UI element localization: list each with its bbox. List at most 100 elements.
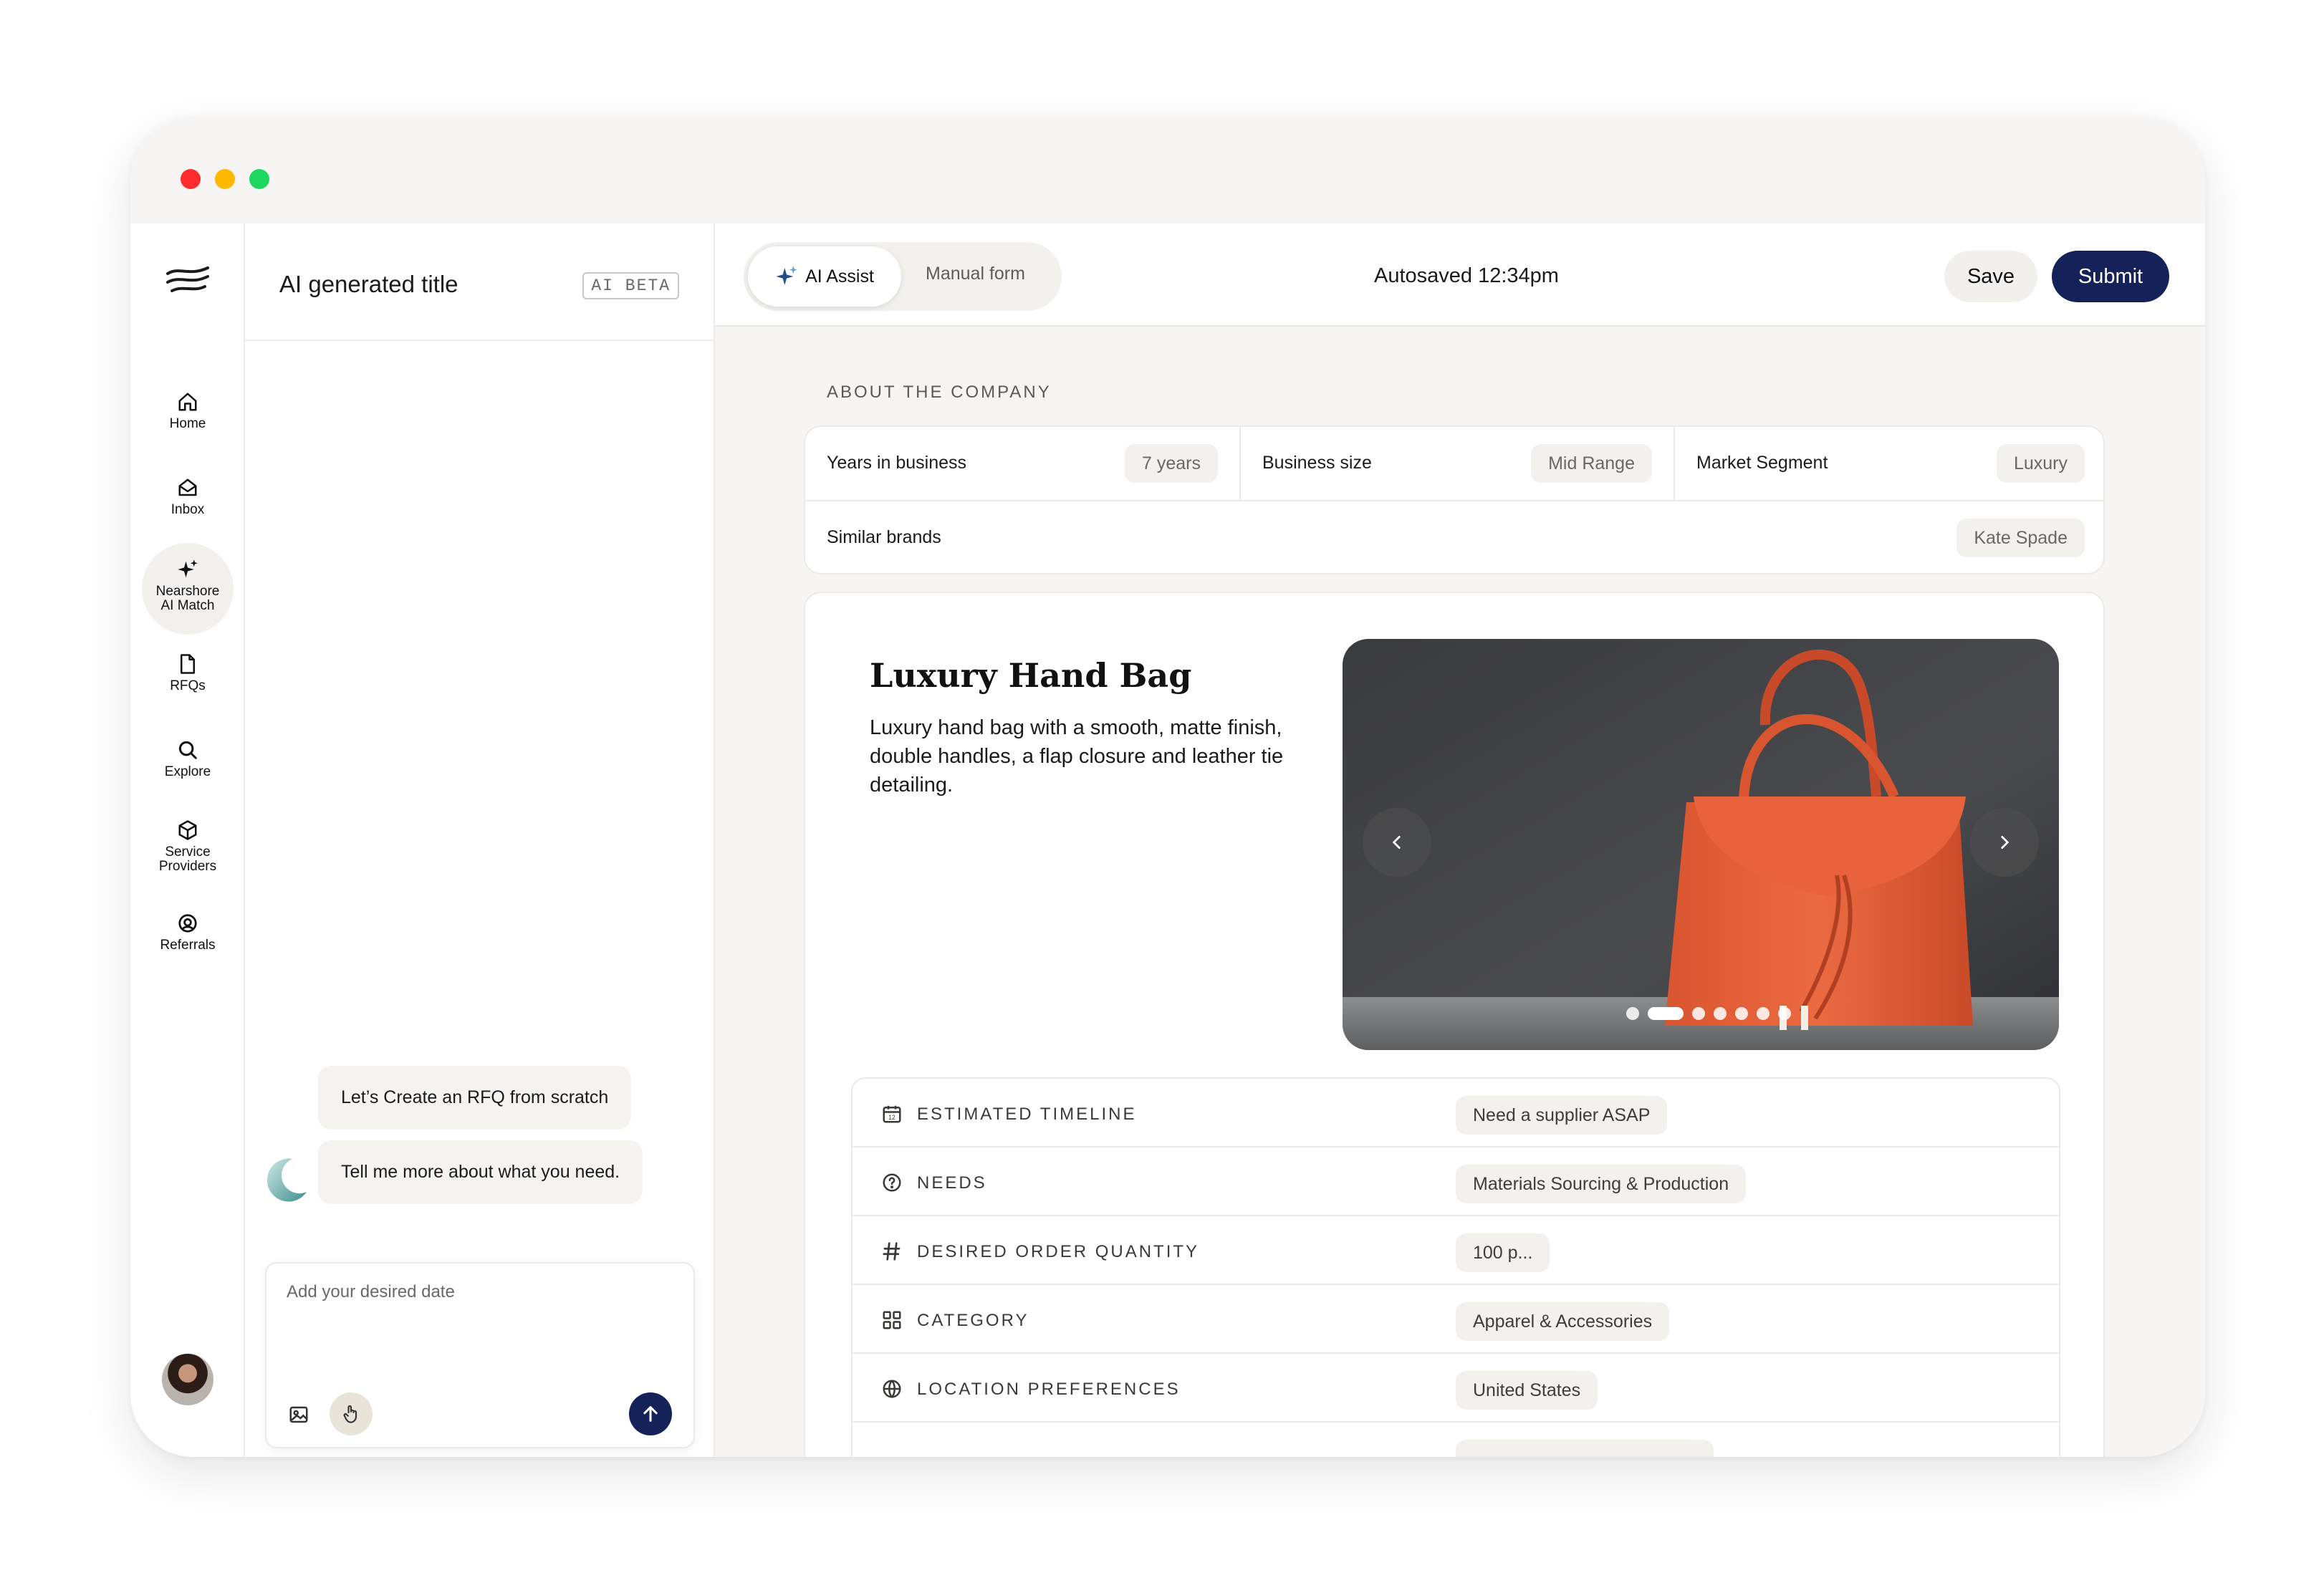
- detail-row-timeline[interactable]: 12 ESTIMATED TIMELINE Need a supplier AS…: [853, 1079, 2059, 1147]
- detail-row-quantity[interactable]: DESIRED ORDER QUANTITY 100 p...: [853, 1216, 2059, 1285]
- home-icon: [178, 393, 197, 411]
- detail-value[interactable]: Apparel & Accessories: [1456, 1302, 1670, 1341]
- product-image-carousel: [1343, 639, 2059, 1050]
- chat-title[interactable]: AI generated title: [279, 271, 458, 298]
- form-toolbar: AI Assist Manual form Autosaved 12:34pm …: [715, 223, 2205, 327]
- detail-row-needs[interactable]: NEEDS Materials Sourcing & Production: [853, 1147, 2059, 1216]
- chat-message: Let’s Create an RFQ from scratch: [318, 1066, 632, 1130]
- detail-value-partial: [1456, 1440, 1714, 1457]
- ai-assist-tab[interactable]: AI Assist: [748, 246, 901, 307]
- detail-value[interactable]: Need a supplier ASAP: [1456, 1096, 1668, 1135]
- sidebar-item-inbox[interactable]: Inbox: [130, 477, 245, 517]
- sidebar-item-nearshore-ai-match[interactable]: Nearshore AI Match: [130, 543, 245, 635]
- chat-composer: [265, 1262, 695, 1448]
- maximize-window-button[interactable]: [249, 169, 269, 189]
- detail-row-category[interactable]: CATEGORY Apparel & Accessories: [853, 1285, 2059, 1354]
- detail-row-location[interactable]: LOCATION PREFERENCES United States: [853, 1354, 2059, 1423]
- carousel-next-button[interactable]: [1970, 808, 2039, 877]
- svg-text:12: 12: [888, 1114, 895, 1121]
- grid-icon: [883, 1311, 901, 1329]
- field-value[interactable]: Kate Spade: [1956, 519, 2085, 557]
- app-window: Home Inbox Nearshore AI Match RFQs Explo…: [130, 117, 2205, 1457]
- company-row: Years in business 7 years Business size …: [805, 427, 2103, 501]
- field-label: Similar brands: [827, 527, 941, 547]
- detail-label: DESIRED ORDER QUANTITY: [917, 1242, 1200, 1261]
- company-field-similar-brands: Similar brands Kate Spade: [805, 501, 2106, 576]
- sidebar-item-label: Service Providers: [158, 844, 217, 874]
- icon-rail: Home Inbox Nearshore AI Match RFQs Explo…: [130, 223, 245, 1457]
- sparkle-icon: [178, 559, 198, 578]
- sidebar-item-rfqs[interactable]: RFQs: [130, 653, 245, 693]
- sidebar-item-label: Inbox: [171, 502, 205, 517]
- carousel-dot[interactable]: [1714, 1007, 1727, 1020]
- section-heading: ABOUT THE COMPANY: [827, 382, 1052, 402]
- carousel-dot[interactable]: [1757, 1007, 1770, 1020]
- sidebar-item-service-providers[interactable]: Service Providers: [130, 819, 245, 874]
- carousel-dot[interactable]: [1648, 1007, 1684, 1020]
- company-row: Similar brands Kate Spade: [805, 501, 2103, 576]
- assistant-moon-icon: [267, 1158, 307, 1202]
- minimize-window-button[interactable]: [215, 169, 235, 189]
- chat-header: AI generated title AI BETA: [245, 223, 714, 341]
- gesture-button[interactable]: [330, 1392, 373, 1435]
- sidebar-item-label: Home: [169, 416, 206, 431]
- search-icon: [178, 741, 197, 759]
- autosave-status: Autosaved 12:34pm: [1374, 264, 1559, 287]
- detail-label: ESTIMATED TIMELINE: [917, 1104, 1137, 1124]
- chevron-right-icon: [2001, 836, 2010, 849]
- inbox-icon: [178, 478, 197, 496]
- main-content: ABOUT THE COMPANY Years in business 7 ye…: [715, 327, 2205, 1457]
- field-value[interactable]: 7 years: [1125, 444, 1218, 483]
- carousel-dot[interactable]: [1692, 1007, 1705, 1020]
- rfq-details-table: 12 ESTIMATED TIMELINE Need a supplier AS…: [851, 1077, 2060, 1457]
- carousel-dot[interactable]: [1778, 1007, 1791, 1020]
- chat-input[interactable]: [287, 1282, 673, 1302]
- detail-label: LOCATION PREFERENCES: [917, 1380, 1181, 1399]
- save-button[interactable]: Save: [1944, 251, 2037, 302]
- ai-beta-badge: AI BETA: [582, 272, 679, 299]
- close-window-button[interactable]: [181, 169, 201, 189]
- image-upload-icon[interactable]: [288, 1404, 309, 1425]
- mode-toggle: AI Assist Manual form: [744, 242, 1062, 311]
- detail-value[interactable]: Materials Sourcing & Production: [1456, 1165, 1747, 1203]
- sidebar-item-explore[interactable]: Explore: [130, 739, 245, 779]
- carousel-prev-button[interactable]: [1363, 808, 1431, 877]
- referral-icon: [178, 914, 197, 933]
- detail-label: NEEDS: [917, 1173, 987, 1193]
- sidebar-item-home[interactable]: Home: [130, 391, 245, 431]
- send-button[interactable]: [629, 1392, 672, 1435]
- chat-message: Tell me more about what you need.: [318, 1140, 643, 1204]
- hash-icon: [883, 1242, 901, 1261]
- sidebar-item-label: Nearshore AI Match: [155, 584, 220, 613]
- document-icon: [181, 654, 195, 674]
- chat-panel: AI generated title AI BETA Let’s Create …: [245, 223, 715, 1457]
- sidebar-item-referrals[interactable]: Referrals: [130, 913, 245, 953]
- field-label: Market Segment: [1696, 453, 1828, 473]
- calendar-icon: 12: [883, 1105, 901, 1123]
- carousel-dot[interactable]: [1626, 1007, 1639, 1020]
- detail-value[interactable]: 100 p...: [1456, 1233, 1550, 1272]
- ai-assist-label: AI Assist: [805, 266, 874, 287]
- company-field-years: Years in business 7 years: [805, 427, 1239, 501]
- globe-icon: [883, 1380, 901, 1399]
- field-label: Business size: [1262, 453, 1372, 473]
- field-label: Years in business: [827, 453, 967, 473]
- submit-button[interactable]: Submit: [2052, 251, 2169, 302]
- sidebar-item-label: Explore: [164, 764, 211, 779]
- company-card: Years in business 7 years Business size …: [804, 425, 2105, 574]
- company-field-segment: Market Segment Luxury: [1674, 427, 2106, 501]
- window-controls: [181, 169, 269, 189]
- detail-value[interactable]: United States: [1456, 1371, 1598, 1410]
- product-description: Luxury hand bag with a smooth, matte fin…: [870, 716, 1284, 796]
- carousel-indicators: [1626, 1007, 1791, 1020]
- sidebar-item-label: Referrals: [160, 938, 216, 953]
- sparkle-icon: [776, 266, 797, 285]
- help-circle-icon: [883, 1173, 901, 1192]
- field-value[interactable]: Luxury: [1996, 444, 2085, 483]
- hand-pointer-icon: [343, 1405, 357, 1423]
- field-value[interactable]: Mid Range: [1531, 444, 1652, 483]
- company-field-size: Business size Mid Range: [1239, 427, 1674, 501]
- manual-form-tab[interactable]: Manual form: [926, 264, 1025, 284]
- product-card: Luxury Hand Bag Luxury hand bag with a s…: [804, 592, 2105, 1457]
- carousel-dot[interactable]: [1735, 1007, 1748, 1020]
